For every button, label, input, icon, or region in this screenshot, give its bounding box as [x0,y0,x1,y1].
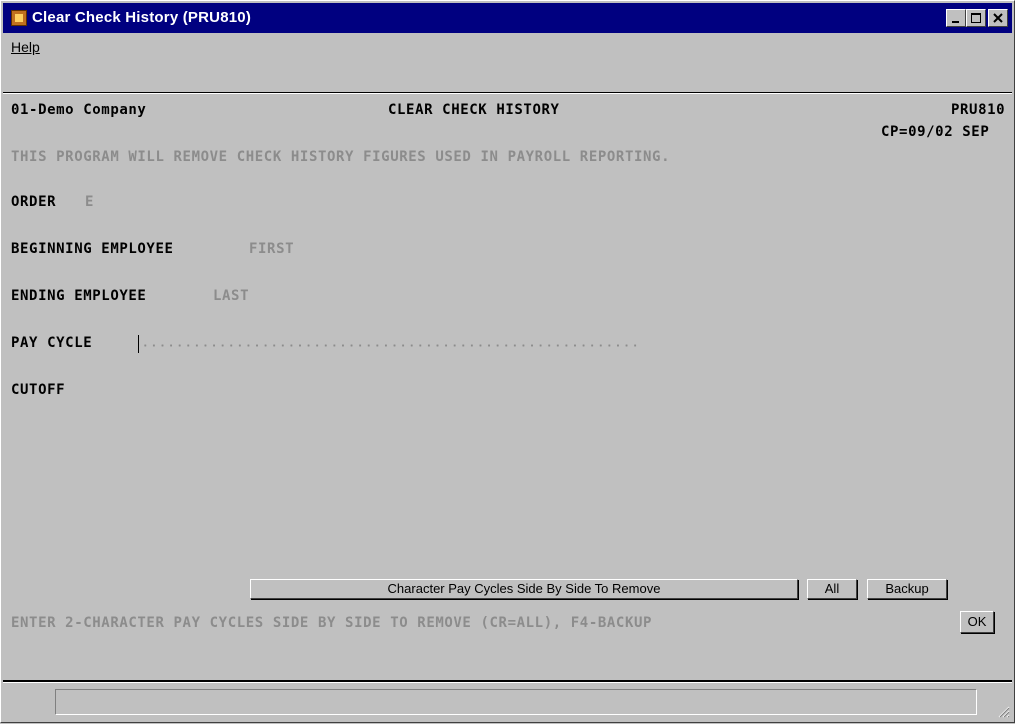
resize-grip-icon[interactable] [996,704,1010,718]
program-code: PRU810 [951,102,1006,118]
ending-employee-label: ENDING EMPLOYEE [11,288,147,304]
all-button[interactable]: All [807,579,857,599]
beginning-employee-label: BEGINNING EMPLOYEE [11,241,174,257]
text-cursor [138,335,139,353]
backup-button[interactable]: Backup [867,579,947,599]
ending-employee-value[interactable]: LAST [213,288,249,304]
period-indicator: CP=09/02 SEP [881,124,990,140]
status-bar-field [55,689,977,715]
instruction-line: ENTER 2-CHARACTER PAY CYCLES SIDE BY SID… [11,615,653,631]
order-value[interactable]: E [85,194,94,210]
app-window: Clear Check History (PRU810) Help 01-Dem… [0,0,1015,723]
program-description: THIS PROGRAM WILL REMOVE CHECK HISTORY F… [11,149,671,165]
beginning-employee-value[interactable]: FIRST [249,241,294,257]
terminal-screen: 01-Demo Company CLEAR CHECK HISTORY PRU8… [1,1,1015,724]
pay-cycles-prompt-button[interactable]: Character Pay Cycles Side By Side To Rem… [250,579,798,599]
pay-cycle-label: PAY CYCLE [11,335,93,351]
program-title: CLEAR CHECK HISTORY [388,102,560,118]
cutoff-label: CUTOFF [11,382,66,398]
pay-cycle-input-placeholder[interactable] [141,344,637,347]
divider [3,680,1012,683]
ok-button[interactable]: OK [960,611,994,633]
order-label: ORDER [11,194,57,210]
company-name: 01-Demo Company [11,102,147,118]
